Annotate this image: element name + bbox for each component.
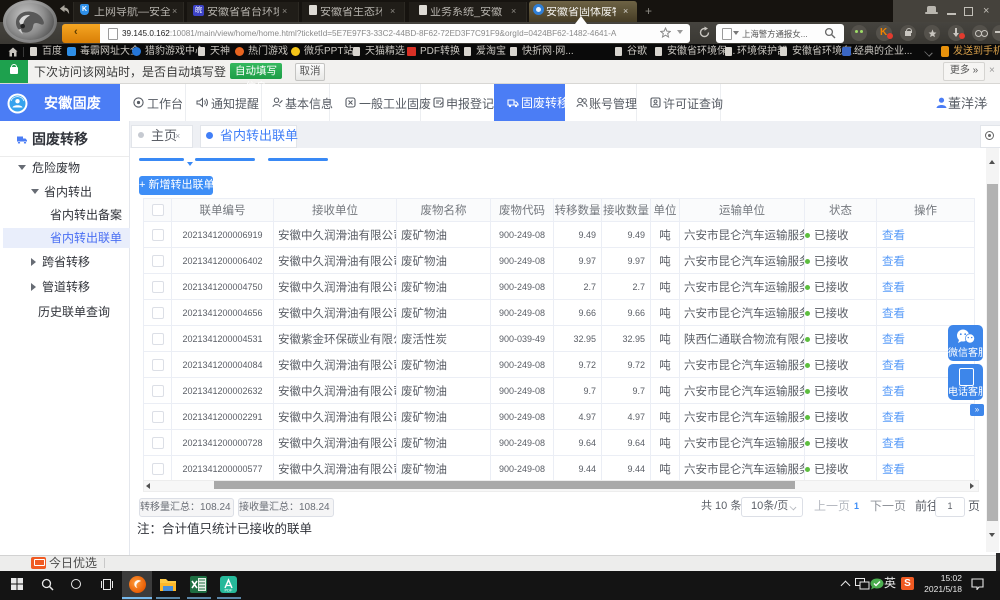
svg-text:PDF: PDF — [225, 588, 234, 593]
